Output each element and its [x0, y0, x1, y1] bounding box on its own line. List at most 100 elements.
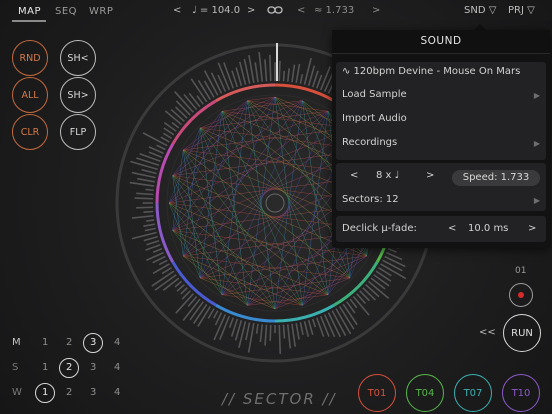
tab-active-indicator	[12, 20, 46, 22]
sample-name: ∿ 120bpm Devine - Mouse On Mars	[342, 66, 521, 77]
waveform-bar	[264, 59, 268, 82]
waveform-bar	[269, 54, 272, 82]
top-bar: MAP SEQ WRP < ♩ = 104.0 > < ≈ 1.733 > SN…	[0, 0, 552, 26]
grid-row-label-w: W	[12, 387, 22, 398]
swing-value[interactable]: ≈ 1.733	[314, 5, 354, 16]
waveform-bar	[158, 259, 168, 266]
waveform-bar	[164, 110, 183, 126]
waveform-bar	[162, 277, 180, 291]
all-button[interactable]: ALL	[12, 77, 48, 113]
waveform-bar	[315, 74, 323, 89]
tab-seq[interactable]: SEQ	[55, 6, 77, 17]
waveform-bar	[362, 287, 377, 301]
grid-cell[interactable]: 4	[114, 387, 120, 398]
waveform-bar	[176, 284, 185, 292]
tab-wrp[interactable]: WRP	[89, 6, 113, 17]
shift-left-button[interactable]: SH<	[60, 40, 96, 76]
waveform-bar	[254, 62, 259, 83]
waveform-bar	[145, 188, 154, 192]
prj-menu-button[interactable]: PRJ ▽	[508, 5, 535, 16]
waveform-bar	[228, 317, 235, 329]
grid-cell-selected[interactable]: 3	[90, 337, 96, 348]
grid-cell[interactable]: 1	[42, 362, 48, 373]
grid-cell[interactable]: 3	[90, 387, 96, 398]
waveform-bar	[146, 219, 155, 222]
grid-cell[interactable]: 1	[42, 337, 48, 348]
random-button[interactable]: RND	[12, 40, 48, 76]
waveform-bar	[160, 136, 170, 143]
tempo-value[interactable]: ♩ = 104.0	[192, 5, 240, 16]
declick-next-button[interactable]: >	[528, 223, 536, 234]
tempo-next-button[interactable]: >	[247, 5, 255, 16]
waveform-bar	[213, 310, 219, 319]
waveform-bar	[258, 51, 264, 82]
clear-button[interactable]: CLR	[12, 114, 48, 150]
tempo-prev-button[interactable]: <	[173, 5, 181, 16]
sample-section: ∿ 120bpm Devine - Mouse On Mars Load Sam…	[336, 62, 546, 160]
waveform-bar	[197, 79, 212, 100]
waveform-bar	[152, 263, 170, 275]
track-button-t01[interactable]: T01	[358, 374, 396, 412]
app-window: MAP SEQ WRP < ♩ = 104.0 > < ≈ 1.733 > SN…	[0, 0, 552, 414]
waveform-bar	[141, 168, 157, 175]
sound-panel: SOUND ∿ 120bpm Devine - Mouse On Mars Lo…	[332, 30, 550, 248]
waveform-bar	[131, 214, 154, 219]
speed-pill[interactable]: Speed: 1.733	[452, 170, 540, 186]
waveform-bar	[203, 80, 215, 98]
swing-next-button[interactable]: >	[372, 5, 380, 16]
waveform-bar	[295, 63, 301, 83]
sector-arc	[155, 202, 175, 263]
waveform-bar	[143, 210, 154, 213]
snd-menu-button[interactable]: SND ▽	[464, 5, 496, 16]
waveform-bar	[303, 321, 310, 337]
waveform-bar	[299, 322, 304, 335]
record-icon	[518, 292, 524, 298]
waveform-bar	[282, 324, 286, 339]
track-button-t04[interactable]: T04	[406, 374, 444, 412]
chord-line	[221, 110, 350, 129]
waveform-bar	[161, 266, 172, 275]
grid-cell[interactable]: 2	[66, 337, 72, 348]
shift-right-button[interactable]: SH>	[60, 77, 96, 113]
waveform-bar	[156, 144, 166, 151]
grid-cell[interactable]: 4	[114, 337, 120, 348]
grid-cell[interactable]: 2	[66, 387, 72, 398]
center-marker	[265, 193, 285, 213]
waveform-bar	[375, 270, 392, 282]
track-button-t07[interactable]: T07	[454, 374, 492, 412]
waveform-bar	[384, 255, 406, 268]
rewind-button[interactable]: <<	[479, 327, 496, 338]
chord-line	[221, 277, 350, 296]
grid-cell-selected[interactable]: 1	[42, 387, 48, 398]
chord-line	[182, 149, 201, 278]
tab-map[interactable]: MAP	[18, 6, 41, 17]
grid-cell-selected[interactable]: 2	[66, 362, 72, 373]
waveform-bar	[129, 181, 155, 187]
swing-prev-button[interactable]: <	[297, 5, 305, 16]
sectors-item[interactable]: Sectors: 12	[342, 194, 399, 205]
waveform-bar	[247, 323, 255, 353]
import-audio-item[interactable]: Import Audio	[342, 113, 407, 124]
link-icon[interactable]	[267, 4, 283, 19]
chevron-right-icon: ▶	[533, 196, 540, 205]
track-button-t10[interactable]: T10	[502, 374, 540, 412]
chord-line	[247, 100, 276, 310]
grid-cell[interactable]: 4	[114, 362, 120, 373]
waveform-bar	[136, 206, 154, 209]
flip-button[interactable]: FLP	[60, 114, 96, 150]
waveform-bar	[259, 324, 264, 343]
chevron-right-icon: ▶	[533, 91, 540, 100]
waveform-bar	[243, 58, 251, 84]
load-sample-item[interactable]: Load Sample	[342, 89, 407, 100]
run-button[interactable]: RUN	[503, 314, 541, 352]
grid-cell[interactable]: 3	[90, 362, 96, 373]
subdiv-prev-button[interactable]: <	[350, 170, 358, 181]
chord-line	[247, 96, 276, 306]
record-button[interactable]	[509, 283, 533, 307]
waveform-bar	[146, 239, 160, 246]
chord-line	[172, 175, 223, 295]
subdiv-next-button[interactable]: >	[426, 170, 434, 181]
declick-prev-button[interactable]: <	[448, 223, 456, 234]
declick-value: 10.0 ms	[468, 223, 509, 234]
recordings-item[interactable]: Recordings	[342, 137, 397, 148]
